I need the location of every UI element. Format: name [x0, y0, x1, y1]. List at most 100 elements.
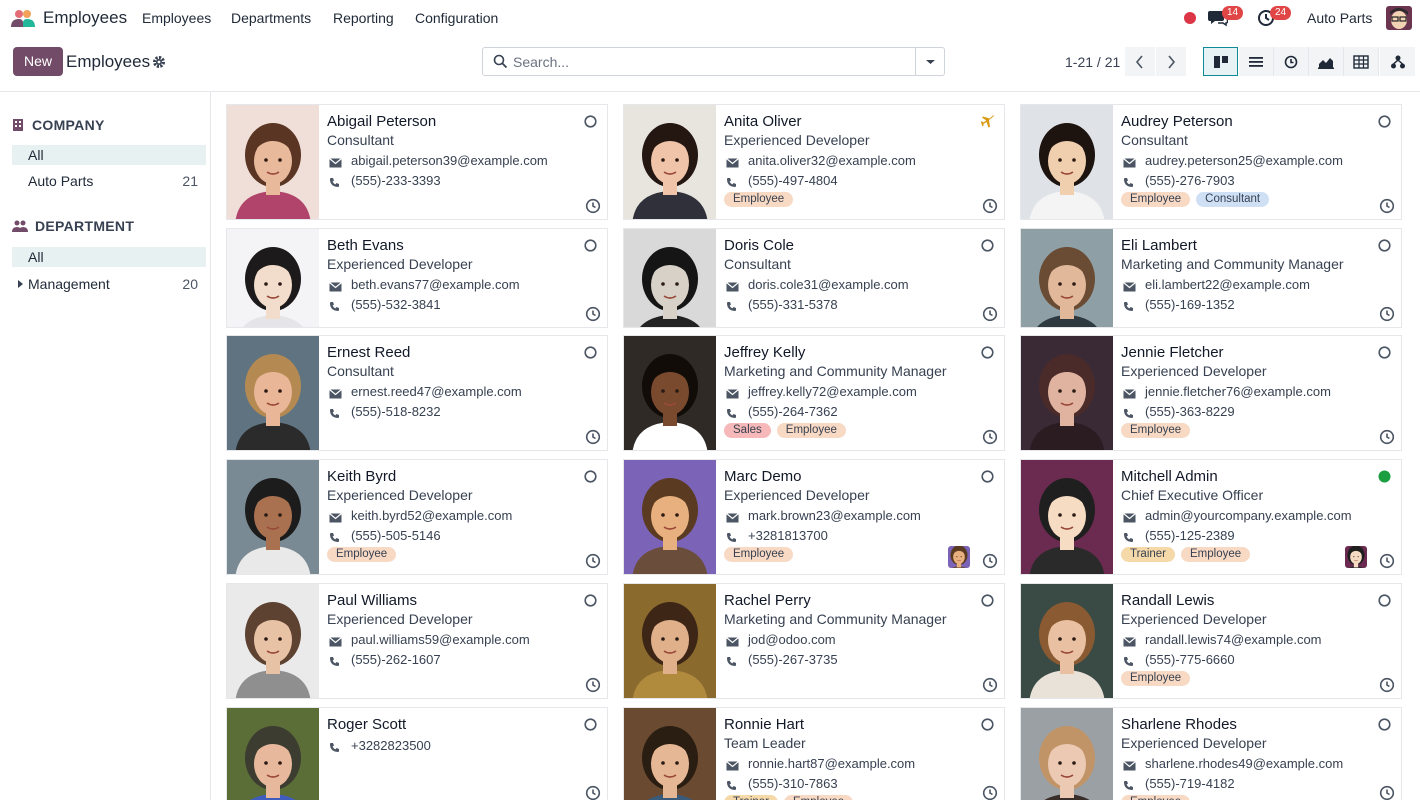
user-avatar[interactable]: [1386, 6, 1412, 30]
view-kanban-button[interactable]: [1203, 47, 1238, 76]
gear-icon[interactable]: [152, 55, 166, 69]
employee-card[interactable]: Abigail Peterson Consultant abigail.peter…: [226, 104, 608, 220]
activity-clock-icon[interactable]: [585, 677, 601, 693]
employee-name: Ernest Reed: [327, 344, 411, 361]
phone-icon: [1123, 531, 1134, 546]
envelope-icon: [329, 156, 342, 171]
envelope-icon: [329, 387, 342, 402]
company-filter-all[interactable]: All: [12, 145, 206, 165]
related-user-avatar[interactable]: [1345, 546, 1367, 568]
department-filter-all[interactable]: All: [12, 247, 206, 267]
activity-clock-icon[interactable]: [585, 198, 601, 214]
app-name[interactable]: Employees: [43, 8, 127, 28]
view-graph-button[interactable]: [1309, 47, 1344, 76]
employee-card[interactable]: Anita Oliver Experienced Developer anita.…: [623, 104, 1005, 220]
menu-configuration[interactable]: Configuration: [415, 10, 498, 26]
search-options-toggle[interactable]: [915, 48, 944, 75]
activity-clock-icon[interactable]: [982, 785, 998, 800]
activity-clock-icon[interactable]: [585, 785, 601, 800]
employee-phone: (555)-276-7903: [1145, 173, 1235, 188]
employee-job-title: Consultant: [327, 132, 394, 148]
activity-clock-icon[interactable]: [585, 553, 601, 569]
employee-photo: [624, 584, 716, 698]
phone-icon: [726, 300, 737, 315]
employee-card[interactable]: Jeffrey Kelly Marketing and Community Man…: [623, 335, 1005, 451]
pager-previous-button[interactable]: [1125, 47, 1155, 76]
company-heading-label: COMPANY: [32, 117, 105, 133]
activity-clock-icon[interactable]: [1379, 553, 1395, 569]
employee-photo: [227, 584, 319, 698]
company-switcher[interactable]: Auto Parts: [1307, 10, 1372, 26]
employee-card[interactable]: Paul Williams Experienced Developer paul.…: [226, 583, 608, 699]
phone-icon: [329, 176, 340, 191]
view-list-button[interactable]: [1239, 47, 1274, 76]
menu-employees[interactable]: Employees: [142, 10, 211, 26]
phone-icon: [1123, 779, 1134, 794]
activity-clock-icon[interactable]: [1379, 677, 1395, 693]
employee-card[interactable]: Randall Lewis Experienced Developer randa…: [1020, 583, 1402, 699]
employee-email: ronnie.hart87@example.com: [748, 756, 916, 771]
activity-clock-icon[interactable]: [585, 306, 601, 322]
employee-card[interactable]: Marc Demo Experienced Developer mark.brow…: [623, 459, 1005, 575]
activity-clock-icon[interactable]: [982, 553, 998, 569]
envelope-icon: [726, 387, 739, 402]
tag-employee: Employee: [1121, 671, 1191, 686]
employee-phone: (555)-267-3735: [748, 652, 838, 667]
employee-tags: Employee: [1121, 671, 1191, 686]
view-pivot-button[interactable]: [1344, 47, 1379, 76]
search-input[interactable]: [513, 52, 908, 72]
debug-indicator-icon[interactable]: [1184, 12, 1196, 24]
new-button[interactable]: New: [13, 47, 63, 76]
employee-card[interactable]: Rachel Perry Marketing and Community Mana…: [623, 583, 1005, 699]
activity-clock-icon[interactable]: [982, 198, 998, 214]
employee-tags: Trainer Employee: [1121, 547, 1251, 562]
tag-employee: Employee: [784, 795, 854, 800]
activity-clock-icon[interactable]: [982, 306, 998, 322]
employee-email: anita.oliver32@example.com: [748, 153, 916, 168]
employee-job-title: Experienced Developer: [327, 256, 473, 272]
activity-clock-icon[interactable]: [1379, 306, 1395, 322]
chevron-right-icon: [1168, 54, 1176, 69]
employee-card[interactable]: Keith Byrd Experienced Developer keith.by…: [226, 459, 608, 575]
pager-value[interactable]: 1-21 / 21: [1065, 54, 1120, 70]
menu-reporting[interactable]: Reporting: [333, 10, 394, 26]
activity-clock-icon[interactable]: [982, 677, 998, 693]
phone-icon: [726, 176, 737, 191]
employee-card[interactable]: Audrey Peterson Consultant audrey.peterso…: [1020, 104, 1402, 220]
presence-status-icon: [584, 594, 597, 607]
department-filter-management[interactable]: Management 20: [12, 274, 206, 294]
employee-card[interactable]: Roger Scott +3282823500: [226, 707, 608, 800]
menu-departments[interactable]: Departments: [231, 10, 311, 26]
view-activity-button[interactable]: [1274, 47, 1309, 76]
employee-phone: (555)-775-6660: [1145, 652, 1235, 667]
employee-card[interactable]: Jennie Fletcher Experienced Developer jen…: [1020, 335, 1402, 451]
view-hierarchy-button[interactable]: [1380, 47, 1415, 76]
employee-card[interactable]: Sharlene Rhodes Experienced Developer sha…: [1020, 707, 1402, 800]
employee-card[interactable]: Ronnie Hart Team Leader ronnie.hart87@exa…: [623, 707, 1005, 800]
activity-clock-icon[interactable]: [585, 429, 601, 445]
caret-right-icon[interactable]: [18, 280, 23, 288]
activities-badge: 24: [1270, 6, 1292, 20]
activity-clock-icon[interactable]: [1379, 785, 1395, 800]
presence-status-icon: [981, 239, 994, 252]
related-user-avatar[interactable]: [948, 546, 970, 568]
employee-phone: (555)-518-8232: [351, 404, 441, 419]
activity-clock-icon[interactable]: [982, 429, 998, 445]
activity-clock-icon[interactable]: [1379, 198, 1395, 214]
phone-icon: [726, 779, 737, 794]
employee-job-title: Experienced Developer: [1121, 363, 1267, 379]
phone-icon: [1123, 176, 1134, 191]
employee-card[interactable]: Eli Lambert Marketing and Community Manag…: [1020, 228, 1402, 328]
employee-photo: [227, 460, 319, 574]
search-bar: [482, 47, 945, 76]
employee-photo: [1021, 708, 1113, 800]
company-filter-auto-parts[interactable]: Auto Parts 21: [12, 171, 206, 191]
employee-card[interactable]: Doris Cole Consultant doris.cole31@exampl…: [623, 228, 1005, 328]
employee-card[interactable]: Mitchell Admin Chief Executive Officer ad…: [1020, 459, 1402, 575]
employee-card[interactable]: Beth Evans Experienced Developer beth.eva…: [226, 228, 608, 328]
employee-email: eli.lambert22@example.com: [1145, 277, 1310, 292]
activity-clock-icon[interactable]: [1379, 429, 1395, 445]
employee-card[interactable]: Ernest Reed Consultant ernest.reed47@exam…: [226, 335, 608, 451]
pager-next-button[interactable]: [1156, 47, 1186, 76]
app-logo-icon[interactable]: [10, 8, 36, 28]
